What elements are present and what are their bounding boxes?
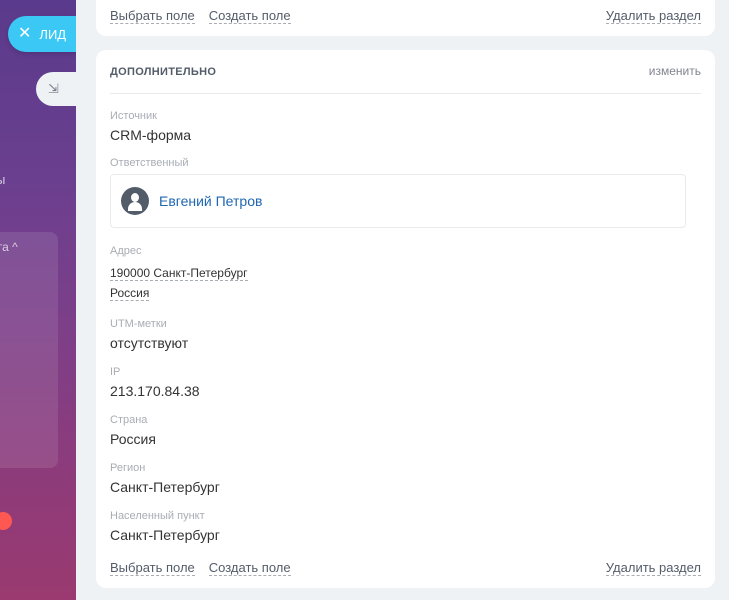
create-field-link[interactable]: Создать поле [208,561,291,576]
field-value: CRM-форма [110,127,192,143]
edit-section-link[interactable]: изменить [649,64,701,93]
previous-section-footer: Выбрать поле Создать поле Удалить раздел [110,9,701,24]
field-label: UTM-метки [110,318,167,330]
section-title: ДОПОЛНИТЕЛЬНО [110,66,217,78]
sidebar-text-fragment: ы [0,172,6,187]
create-field-link[interactable]: Создать поле [208,9,291,24]
user-avatar-icon [121,187,149,215]
lead-tab-label: ЛИД [39,26,67,42]
delete-section-link[interactable]: Удалить раздел [605,9,701,24]
sidebar-panel-label: га ^ [0,240,18,254]
field-value: Санкт-Петербург [110,479,220,495]
responsible-person-card: Евгений Петров [110,174,686,228]
field-ip: IP 213.170.84.38 [110,366,200,399]
responsible-person-link[interactable]: Евгений Петров [159,193,262,209]
field-label: Регион [110,462,146,474]
field-label: Ответственный [110,157,189,169]
field-value: 213.170.84.38 [110,383,200,399]
notification-badge [0,512,12,530]
additional-section-card: ДОПОЛНИТЕЛЬНО изменить Источник CRM-форм… [96,50,715,588]
select-field-link[interactable]: Выбрать поле [110,9,195,24]
collapse-icon: ⇲ [48,81,59,96]
section-footer: Выбрать поле Создать поле Удалить раздел [110,561,701,576]
previous-section-card: Выбрать поле Создать поле Удалить раздел [96,0,715,36]
field-source: Источник CRM-форма [110,110,191,143]
field-region: Регион Санкт-Петербург [110,462,220,495]
field-country: Страна Россия [110,414,156,447]
field-address: Адрес 190000 Санкт-Петербург Россия [110,245,248,304]
field-locality: Населенный пункт Санкт-Петербург [110,510,220,543]
field-value: Россия [110,431,156,447]
field-value: Санкт-Петербург [110,527,220,543]
field-label: Адрес [110,245,142,257]
field-label: Источник [110,110,157,122]
close-icon[interactable]: ✕ [18,26,31,42]
sidebar-panel-fragment: га ^ [0,232,58,468]
field-label: Населенный пункт [110,510,205,522]
field-label: IP [110,366,121,378]
detail-content: Выбрать поле Создать поле Удалить раздел… [76,0,729,600]
section-header: ДОПОЛНИТЕЛЬНО изменить [110,64,701,94]
field-label: Страна [110,414,148,426]
select-field-link[interactable]: Выбрать поле [110,561,195,576]
delete-section-link[interactable]: Удалить раздел [605,561,701,576]
field-utm: UTM-метки отсутствуют [110,318,188,351]
address-line-1: 190000 Санкт-Петербург [110,266,248,281]
address-line-2: Россия [110,286,150,301]
field-responsible: Ответственный [110,157,189,174]
field-value: отсутствуют [110,335,189,351]
